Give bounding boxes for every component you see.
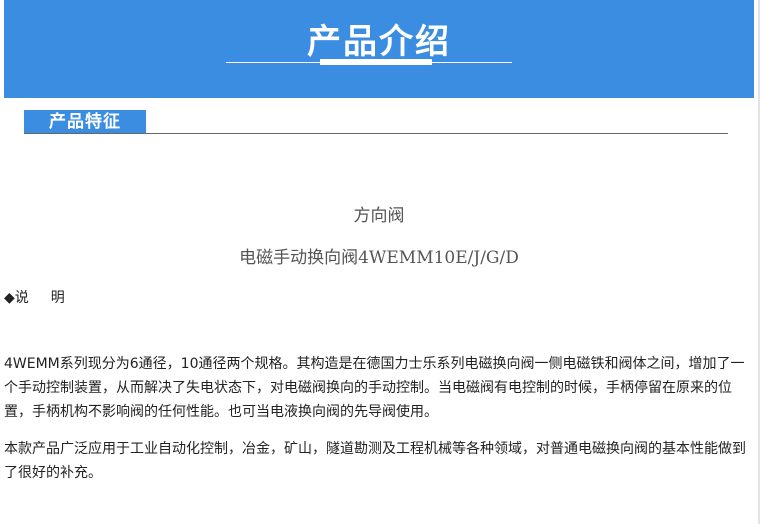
description-paragraph: 4WEMM系列现分为6通径，10通径两个规格。其构造是在德国力士乐系列电磁换向阀… (4, 356, 745, 420)
page-right-border (758, 0, 760, 524)
banner-underline-accent (320, 59, 432, 65)
banner-title: 产品介绍 (307, 22, 451, 62)
banner: 产品介绍 (4, 0, 754, 98)
section-divider (24, 133, 728, 134)
explanation-heading: ◆说 明 (4, 287, 65, 307)
product-name: 电磁手动换向阀4WEMM10E/J/G/D (239, 248, 519, 268)
section-heading: 产品特征 (24, 110, 146, 134)
explanation-heading-word: 明 (50, 290, 65, 306)
application-paragraph: 本款产品广泛应用于工业自动化控制，冶金，矿山，隧道勘测及工程机械等各种领域，对普… (4, 441, 746, 481)
product-category: 方向阀 (353, 206, 405, 226)
explanation-heading-bullet: ◆说 (4, 290, 29, 306)
